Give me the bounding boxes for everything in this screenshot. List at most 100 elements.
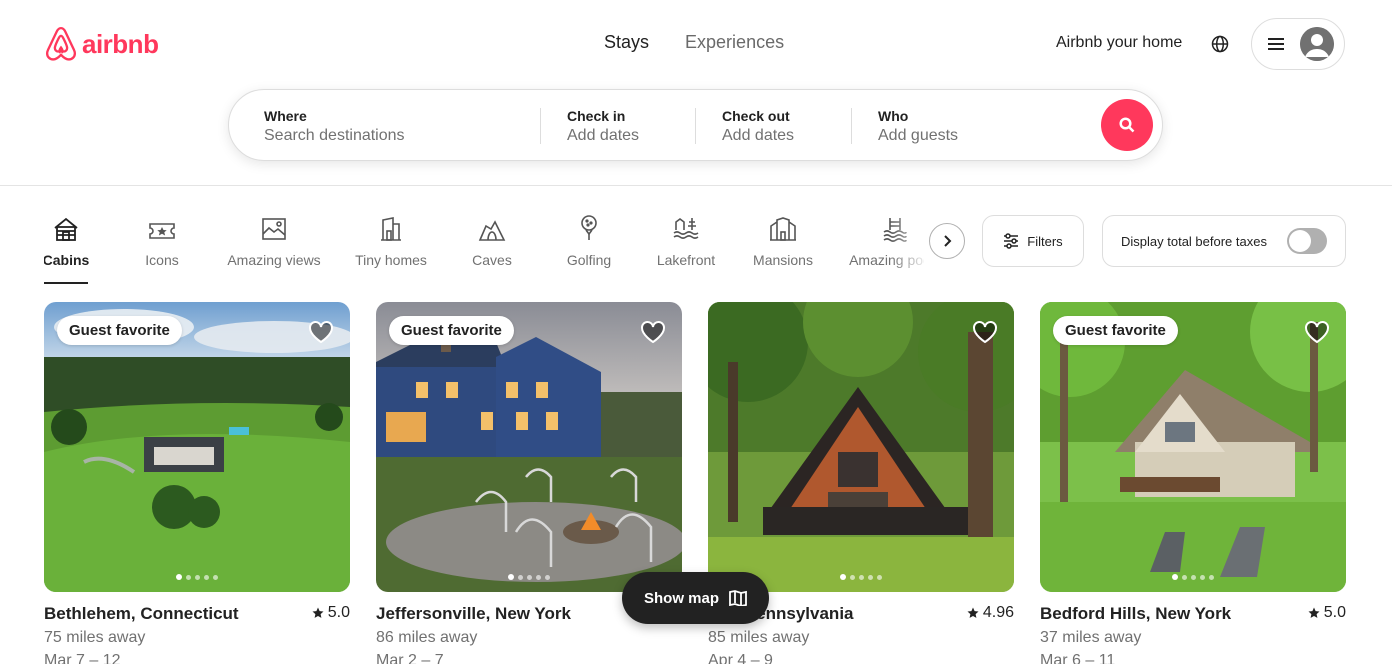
category-tiny-homes[interactable]: Tiny homes [346,212,436,268]
star-icon [967,607,979,618]
who-input[interactable]: Add guests [878,127,1058,145]
listing-rating: 4.96 [967,604,1014,622]
category-label: Mansions [753,252,813,268]
listing-title: Bethlehem, Connecticut [44,604,239,623]
hamburger-icon [1268,38,1284,50]
ticket-icon [149,223,175,239]
search-bar: Where Search destinations Check in Add d… [228,89,1163,161]
toggle-switch[interactable] [1287,228,1327,254]
check-out-field[interactable]: Check out Add dates [722,90,842,162]
category-label: Lakefront [656,252,716,268]
map-icon [729,590,747,606]
listing-distance: 85 miles away [708,629,810,646]
search-divider [540,108,541,144]
check-in-field[interactable]: Check in Add dates [567,90,687,162]
heart-icon[interactable] [972,320,998,349]
star-icon [312,607,324,618]
listing-dates: Mar 6 – 11 [1040,652,1116,664]
where-input[interactable]: Search destinations [264,127,534,145]
guest-favorite-badge: Guest favorite [57,316,182,345]
mansion-icon [770,217,796,241]
tab-experiences[interactable]: Experiences [685,32,784,53]
cabin-icon [54,217,78,241]
category-label: Caves [472,252,512,268]
listing-distance: 86 miles away [376,629,478,646]
user-menu-button[interactable] [1251,18,1345,70]
filters-button[interactable]: Filters [982,215,1084,267]
listing-dates: Apr 4 – 9 [708,652,773,664]
category-label: Icons [145,252,179,268]
guest-favorite-badge: Guest favorite [1053,316,1178,345]
category-label: Golfing [566,252,612,268]
category-amazing-views[interactable]: Amazing views [227,212,321,268]
tiny-home-icon [381,217,401,241]
category-golfing[interactable]: Golfing [544,212,634,268]
user-avatar-icon [1300,27,1334,61]
heart-icon[interactable] [640,320,666,349]
rating-value: 5.0 [1323,604,1346,621]
check-out-label: Check out [722,107,790,124]
top-header: airbnb Stays Experiences Airbnb your hom… [0,0,1392,186]
rating-value: 4.96 [982,604,1014,621]
photo-dots [44,574,350,580]
category-label: Cabins [44,252,90,268]
guest-favorite-badge: Guest favorite [389,316,514,345]
listing-distance: 37 miles away [1040,629,1142,646]
chevron-right-icon [944,235,952,247]
star-icon [1308,607,1320,618]
category-next-button[interactable] [929,223,965,259]
category-cabins[interactable]: Cabins [44,212,111,268]
listing-card[interactable]: Guest favorite Bethlehem, Connecticut 5.… [44,302,350,664]
listing-photo[interactable]: Guest favorite [376,302,682,592]
where-field[interactable]: Where Search destinations [264,90,534,162]
category-lakefront[interactable]: Lakefront [641,212,731,268]
lakefront-icon [673,218,699,239]
check-out-input[interactable]: Add dates [722,127,842,145]
top-nav: Stays Experiences [604,32,784,53]
category-label: Tiny homes [355,252,427,268]
category-icons[interactable]: Icons [117,212,207,268]
listing-dates: Mar 7 – 12 [44,652,121,664]
who-label: Who [878,107,909,124]
listing-photo[interactable] [708,302,1014,592]
listing-rating: 5.0 [312,604,350,622]
rating-value: 5.0 [327,604,350,621]
airbnb-your-home-link[interactable]: Airbnb your home [1056,34,1182,52]
globe-icon[interactable] [1211,35,1229,58]
show-map-button[interactable]: Show map [622,572,769,624]
show-map-label: Show map [643,589,719,607]
search-icon [1119,117,1135,133]
listing-photo[interactable]: Guest favorite [1040,302,1346,592]
golf-icon [581,215,597,240]
airbnb-logo-icon [45,26,77,61]
listing-card[interactable]: Guest favorite Bedford Hills, New York 5… [1040,302,1346,664]
listing-title: Bedford Hills, New York [1040,604,1232,623]
where-label: Where [264,107,307,124]
filters-label: Filters [1027,233,1063,249]
landscape-icon [262,218,286,240]
brand-name: airbnb [82,28,159,59]
search-button[interactable] [1101,99,1153,151]
active-category-indicator [44,282,88,284]
tab-stays[interactable]: Stays [604,32,649,53]
category-caves[interactable]: Caves [447,212,537,268]
check-in-label: Check in [567,107,626,124]
heart-icon[interactable] [308,320,334,349]
check-in-input[interactable]: Add dates [567,127,687,145]
photo-dots [1040,574,1346,580]
sliders-icon [1004,233,1019,249]
listing-rating: 5.0 [1308,604,1346,622]
category-mansions[interactable]: Mansions [738,212,828,268]
airbnb-logo[interactable]: airbnb [44,26,159,62]
category-fade [890,212,930,272]
search-divider [851,108,852,144]
who-field[interactable]: Who Add guests [878,90,1058,162]
listing-photo[interactable]: Guest favorite [44,302,350,592]
cave-icon [478,220,506,241]
listing-distance: 75 miles away [44,629,146,646]
category-label: Amazing views [227,252,321,268]
category-bar: Cabins Icons Amazing views Tiny homes Ca… [44,212,924,282]
display-total-toggle[interactable]: Display total before taxes [1102,215,1346,267]
listing-dates: Mar 2 – 7 [376,652,444,664]
heart-icon[interactable] [1304,320,1330,349]
